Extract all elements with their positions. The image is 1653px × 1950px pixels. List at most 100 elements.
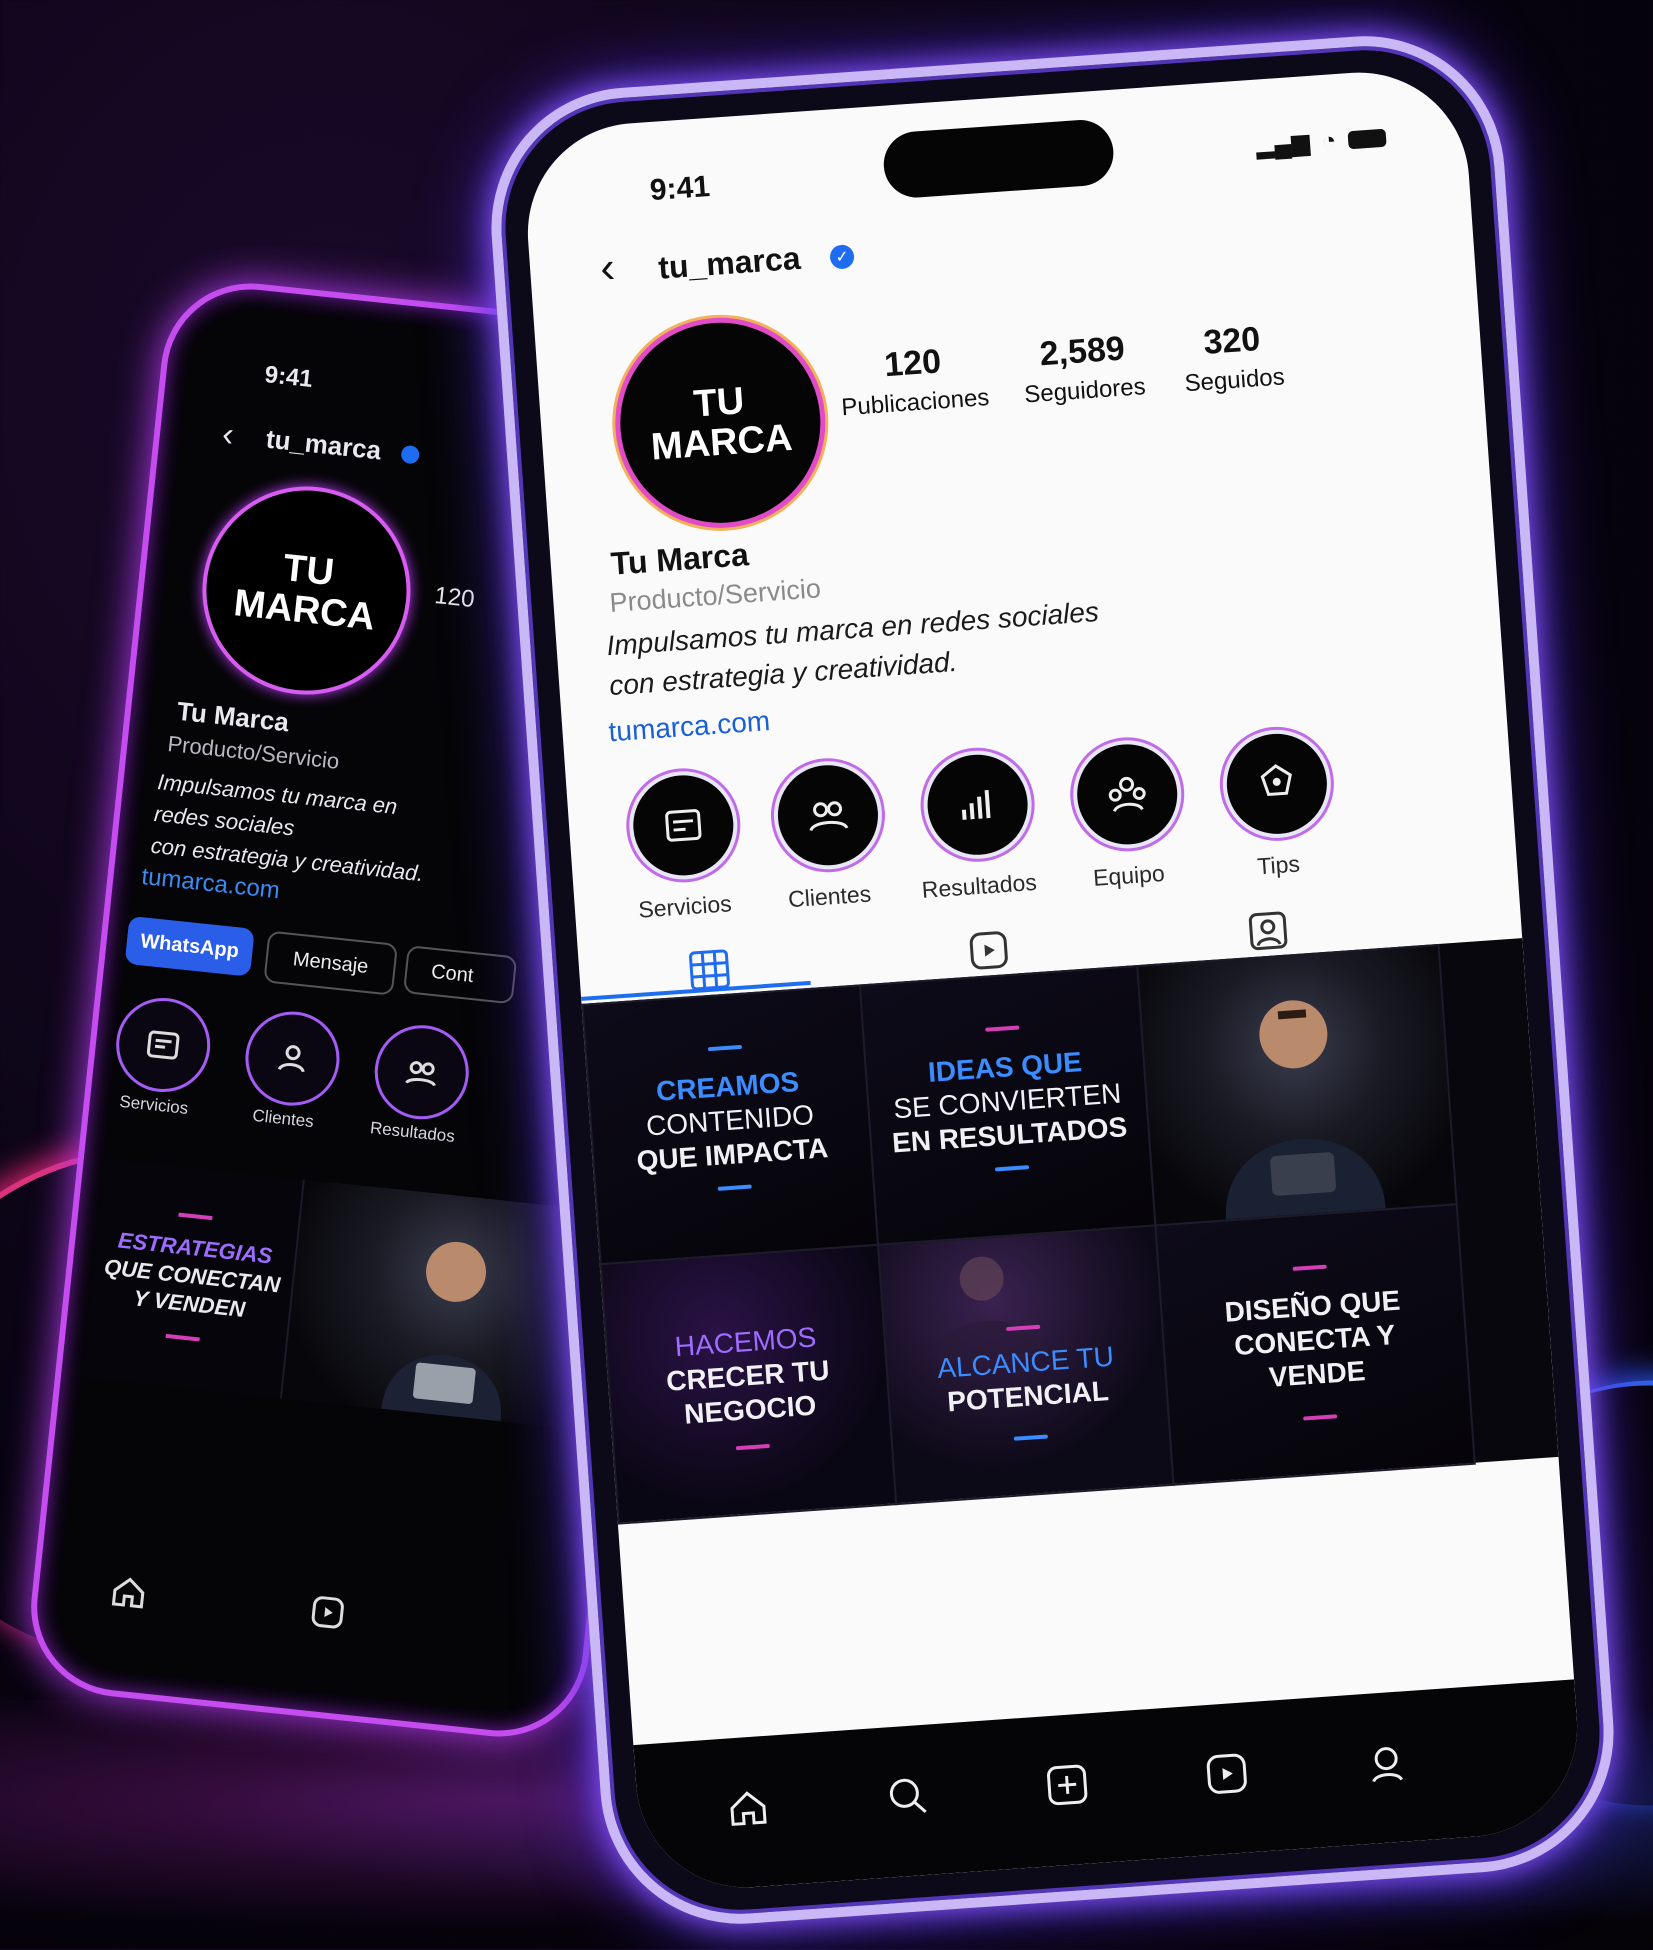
avatar-text-line2: MARCA	[231, 582, 377, 639]
post-tile[interactable]: HACEMOS CRECER TU NEGOCIO	[599, 1243, 898, 1525]
accent-bar	[165, 1333, 200, 1342]
back-arrow-icon[interactable]: ‹	[599, 243, 617, 294]
username: tu_marca	[264, 423, 383, 466]
highlight-label: Tips	[1256, 850, 1301, 880]
person-portrait-image	[1226, 1000, 1386, 1220]
post-tile[interactable]: DISEÑO QUE CONECTA Y VENDE	[1154, 1203, 1476, 1486]
services-icon	[146, 1030, 180, 1060]
status-icons: ▂▄▆ ◔	[1255, 123, 1387, 161]
team-icon	[1108, 776, 1146, 813]
verified-badge-icon	[400, 444, 421, 465]
profile-category: Producto/Servicio	[166, 730, 341, 774]
profile-link[interactable]: tumarca.com	[608, 705, 772, 748]
message-button[interactable]: Mensaje	[263, 930, 399, 996]
post-tile[interactable]: ALCANCE TU POTENCIAL	[876, 1224, 1175, 1506]
home-icon[interactable]	[107, 1569, 151, 1613]
results-icon	[405, 1061, 436, 1087]
add-post-icon	[1047, 1764, 1088, 1806]
clients-icon	[809, 801, 849, 832]
highlight-resultados[interactable]	[919, 747, 1036, 863]
profile-name: Tu Marca	[609, 536, 750, 582]
nav-home[interactable]	[716, 1775, 780, 1839]
person-silhouette-image	[937, 1256, 1038, 1362]
results-icon	[961, 789, 991, 820]
highlight-tips[interactable]	[1219, 726, 1335, 842]
reels-icon	[969, 931, 1008, 970]
stat-label: Publicaciones	[840, 384, 991, 422]
posts-count[interactable]: 120	[433, 582, 476, 614]
clients-icon	[277, 1045, 305, 1073]
accent-bar	[707, 1044, 743, 1052]
post-tile[interactable]: ESTRATEGIAS QUE CONECTAN Y VENDEN	[80, 1158, 305, 1399]
bottom-nav	[55, 1554, 568, 1677]
nav-profile[interactable]	[1354, 1731, 1418, 1795]
back-arrow-icon[interactable]: ‹	[220, 415, 235, 455]
post-photo[interactable]	[1136, 943, 1458, 1227]
accent-bar	[178, 1212, 213, 1221]
front-phone-screen: 9:41 ▂▄▆ ◔ ‹ tu_marca ✓ TU MARCA 120 Pub…	[520, 65, 1585, 1895]
profile-icon	[1372, 1747, 1403, 1783]
stat-posts[interactable]: 120 Publicaciones	[827, 338, 1002, 423]
stat-number: 320	[1202, 319, 1262, 362]
profile-avatar[interactable]: TU MARCA	[608, 310, 833, 535]
tab-reels[interactable]	[957, 918, 1021, 982]
highlight-label: Equipo	[1092, 859, 1166, 891]
highlight-label: Clientes	[787, 880, 872, 913]
highlight-resultados[interactable]	[370, 1020, 474, 1124]
highlight-label: Resultados	[920, 868, 1038, 903]
reels-icon[interactable]	[306, 1590, 350, 1634]
accent-bar	[735, 1443, 770, 1451]
signal-icon: ▂▄▆	[1254, 129, 1311, 160]
username: tu_marca	[657, 239, 802, 286]
reels-icon	[1206, 1753, 1247, 1794]
tab-tagged[interactable]	[1236, 899, 1300, 963]
verified-badge-icon: ✓	[829, 244, 855, 270]
highlight-label: Resultados	[369, 1118, 456, 1146]
highlight-label: Servicios	[118, 1091, 190, 1118]
highlight-servicios[interactable]	[111, 993, 215, 1097]
nav-reels[interactable]	[1195, 1742, 1259, 1806]
highlight-label: Clientes	[251, 1105, 315, 1132]
profile-avatar[interactable]: TU MARCA	[192, 476, 421, 705]
highlight-clientes[interactable]	[240, 1006, 345, 1111]
avatar-text-line1: TU	[692, 380, 746, 426]
battery-icon	[1347, 128, 1387, 149]
post-tile[interactable]: CREAMOS CONTENIDO QUE IMPACTA	[581, 984, 880, 1266]
status-time: 9:41	[263, 361, 315, 393]
search-icon	[889, 1778, 927, 1814]
stat-label: Seguidores	[1023, 373, 1147, 409]
accent-bar	[1013, 1434, 1048, 1441]
highlight-label: Servicios	[637, 890, 733, 923]
wifi-icon: ◔	[1320, 126, 1338, 155]
contact-button[interactable]: Cont	[402, 945, 518, 1005]
stat-label: Seguidos	[1183, 363, 1286, 398]
tagged-user-icon	[1248, 911, 1288, 951]
person-with-laptop-image	[381, 1241, 501, 1422]
front-phone: 9:41 ▂▄▆ ◔ ‹ tu_marca ✓ TU MARCA 120 Pub…	[482, 26, 1623, 1934]
dynamic-island	[881, 117, 1116, 200]
stat-number: 2,589	[1038, 329, 1126, 374]
highlight-clientes[interactable]	[770, 757, 886, 873]
accent-bar	[717, 1184, 752, 1191]
stat-number: 120	[883, 342, 943, 385]
accent-bar	[1292, 1264, 1327, 1271]
stat-followers[interactable]: 2,589 Seguidores	[1006, 327, 1161, 410]
accent-bar	[994, 1165, 1030, 1172]
tips-icon	[1260, 764, 1292, 797]
stat-following[interactable]: 320 Seguidos	[1166, 317, 1301, 399]
highlight-servicios[interactable]	[625, 767, 741, 884]
highlight-equipo[interactable]	[1069, 736, 1185, 852]
nav-create[interactable]	[1035, 1753, 1099, 1817]
avatar-text-line1: TU	[281, 547, 336, 595]
whatsapp-button[interactable]: WhatsApp	[124, 915, 255, 977]
accent-bar	[985, 1025, 1020, 1032]
post-tile[interactable]: IDEAS QUE SE CONVIERTEN EN RESULTADOS	[858, 964, 1157, 1246]
nav-search[interactable]	[876, 1764, 940, 1828]
home-icon	[730, 1791, 767, 1826]
posts-grid: CREAMOS CONTENIDO QUE IMPACTA IDEAS QUE …	[581, 938, 1559, 1525]
services-icon	[665, 809, 702, 842]
avatar-text-line2: MARCA	[649, 416, 794, 469]
profile-name: Tu Marca	[175, 695, 291, 738]
accent-bar	[1303, 1414, 1338, 1421]
status-time: 9:41	[648, 170, 712, 208]
